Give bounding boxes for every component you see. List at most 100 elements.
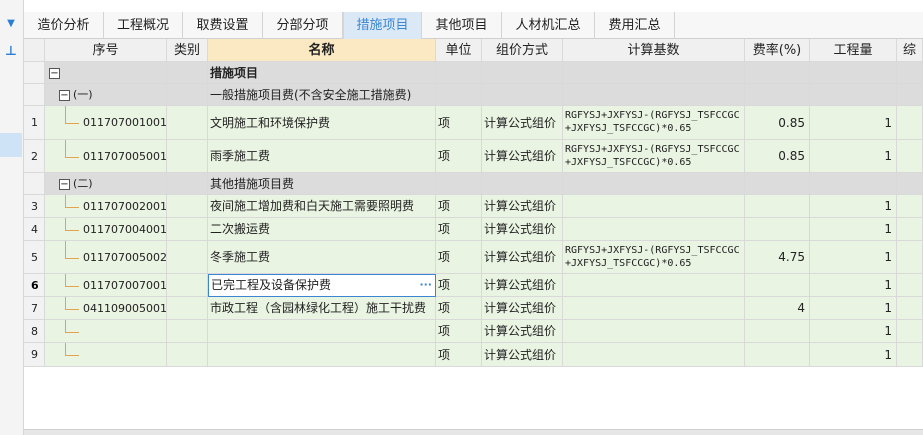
unit-cell[interactable]: 项 (436, 241, 482, 274)
code-cell[interactable]: 011707005002 (45, 241, 167, 274)
category-cell[interactable] (167, 106, 208, 140)
method-cell[interactable]: 计算公式组价 (482, 274, 563, 297)
code-cell[interactable]: 011707001001 (45, 106, 167, 140)
base-cell[interactable] (563, 218, 745, 241)
code-cell[interactable]: − (二) (45, 173, 167, 195)
method-cell[interactable]: 计算公式组价 (482, 343, 563, 367)
unit-cell[interactable]: 项 (436, 320, 482, 343)
name-cell[interactable]: 已完工程及设备保护费 ··· (208, 274, 436, 297)
row-number[interactable]: 9 (24, 343, 45, 367)
composite-cell[interactable] (897, 218, 923, 241)
base-cell[interactable]: RGFYSJ+JXFYSJ-(RGFYSJ_TSFCCGC +JXFYSJ_TS… (563, 241, 745, 274)
category-cell[interactable] (167, 140, 208, 173)
base-cell[interactable]: RGFYSJ+JXFYSJ-(RGFYSJ_TSFCCGC +JXFYSJ_TS… (563, 140, 745, 173)
code-cell[interactable]: − (一) (45, 84, 167, 106)
composite-cell[interactable] (897, 241, 923, 274)
name-cell[interactable]: 夜间施工增加费和白天施工需要照明费 (208, 195, 436, 218)
code-cell[interactable]: 011707002001 (45, 195, 167, 218)
column-header-4[interactable]: 组价方式 (482, 39, 563, 62)
composite-cell[interactable] (897, 320, 923, 343)
rate-cell[interactable] (745, 343, 810, 367)
row-number[interactable]: 6 (24, 274, 45, 297)
name-cell[interactable]: 文明施工和环境保护费 (208, 106, 436, 140)
row-number[interactable]: 5 (24, 241, 45, 274)
base-cell[interactable] (563, 274, 745, 297)
composite-cell[interactable] (897, 62, 923, 84)
pin-icon[interactable]: ⊥ (0, 40, 22, 64)
category-cell[interactable] (167, 241, 208, 274)
category-cell[interactable] (167, 320, 208, 343)
quantity-cell[interactable]: 1 (810, 320, 897, 343)
row-number[interactable]: 2 (24, 140, 45, 173)
method-cell[interactable]: 计算公式组价 (482, 218, 563, 241)
tab-1[interactable]: 工程概况 (104, 12, 183, 39)
column-header-8[interactable]: 综 (897, 39, 923, 62)
quantity-cell[interactable]: 1 (810, 241, 897, 274)
unit-cell[interactable]: 项 (436, 343, 482, 367)
method-cell[interactable] (482, 62, 563, 84)
name-cell[interactable]: 市政工程（含园林绿化工程）施工干扰费 (208, 297, 436, 320)
quantity-cell[interactable] (810, 84, 897, 106)
code-cell[interactable]: 011707005001 (45, 140, 167, 173)
tab-7[interactable]: 费用汇总 (595, 12, 675, 39)
row-number[interactable] (24, 62, 45, 84)
code-cell[interactable]: 011707004001 (45, 218, 167, 241)
code-cell[interactable]: 011707007001 (45, 274, 167, 297)
rate-cell[interactable] (745, 84, 810, 106)
category-cell[interactable] (167, 173, 208, 195)
tab-0[interactable]: 造价分析 (24, 12, 104, 39)
horizontal-scrollbar[interactable] (24, 429, 923, 435)
rate-cell[interactable] (745, 173, 810, 195)
base-cell[interactable] (563, 195, 745, 218)
row-number[interactable]: 1 (24, 106, 45, 140)
row-number[interactable]: 3 (24, 195, 45, 218)
row-number[interactable] (24, 173, 45, 195)
base-cell[interactable] (563, 173, 745, 195)
base-cell[interactable] (563, 84, 745, 106)
quantity-cell[interactable]: 1 (810, 106, 897, 140)
method-cell[interactable]: 计算公式组价 (482, 241, 563, 274)
collapse-icon[interactable]: − (49, 68, 60, 79)
column-header-1[interactable]: 类别 (167, 39, 208, 62)
name-cell[interactable]: 措施项目 (208, 62, 436, 84)
quantity-cell[interactable]: 1 (810, 195, 897, 218)
composite-cell[interactable] (897, 84, 923, 106)
rate-cell[interactable] (745, 274, 810, 297)
column-header-3[interactable]: 单位 (436, 39, 482, 62)
tab-4[interactable]: 措施项目 (343, 12, 422, 40)
row-number[interactable]: 7 (24, 297, 45, 320)
method-cell[interactable]: 计算公式组价 (482, 320, 563, 343)
unit-cell[interactable] (436, 173, 482, 195)
row-number[interactable]: 4 (24, 218, 45, 241)
unit-cell[interactable]: 项 (436, 297, 482, 320)
rate-cell[interactable]: 0.85 (745, 140, 810, 173)
code-cell[interactable]: − (45, 62, 167, 84)
category-cell[interactable] (167, 274, 208, 297)
quantity-cell[interactable] (810, 62, 897, 84)
unit-cell[interactable]: 项 (436, 218, 482, 241)
base-cell[interactable] (563, 320, 745, 343)
collapse-icon[interactable]: − (59, 179, 70, 190)
composite-cell[interactable] (897, 195, 923, 218)
base-cell[interactable] (563, 62, 745, 84)
rate-cell[interactable]: 4 (745, 297, 810, 320)
name-cell[interactable] (208, 343, 436, 367)
name-cell[interactable]: 雨季施工费 (208, 140, 436, 173)
column-header-5[interactable]: 计算基数 (563, 39, 745, 62)
unit-cell[interactable] (436, 84, 482, 106)
category-cell[interactable] (167, 84, 208, 106)
name-cell[interactable]: 其他措施项目费 (208, 173, 436, 195)
code-cell[interactable]: 041109005001 (45, 297, 167, 320)
ellipsis-icon[interactable]: ··· (419, 275, 432, 295)
method-cell[interactable] (482, 84, 563, 106)
tab-2[interactable]: 取费设置 (183, 12, 263, 39)
column-header-2[interactable]: 名称 (208, 39, 436, 62)
method-cell[interactable]: 计算公式组价 (482, 106, 563, 140)
name-cell[interactable]: 二次搬运费 (208, 218, 436, 241)
category-cell[interactable] (167, 218, 208, 241)
category-cell[interactable] (167, 297, 208, 320)
code-cell[interactable] (45, 320, 167, 343)
quantity-cell[interactable]: 1 (810, 218, 897, 241)
unit-cell[interactable]: 项 (436, 195, 482, 218)
base-cell[interactable]: RGFYSJ+JXFYSJ-(RGFYSJ_TSFCCGC +JXFYSJ_TS… (563, 106, 745, 140)
